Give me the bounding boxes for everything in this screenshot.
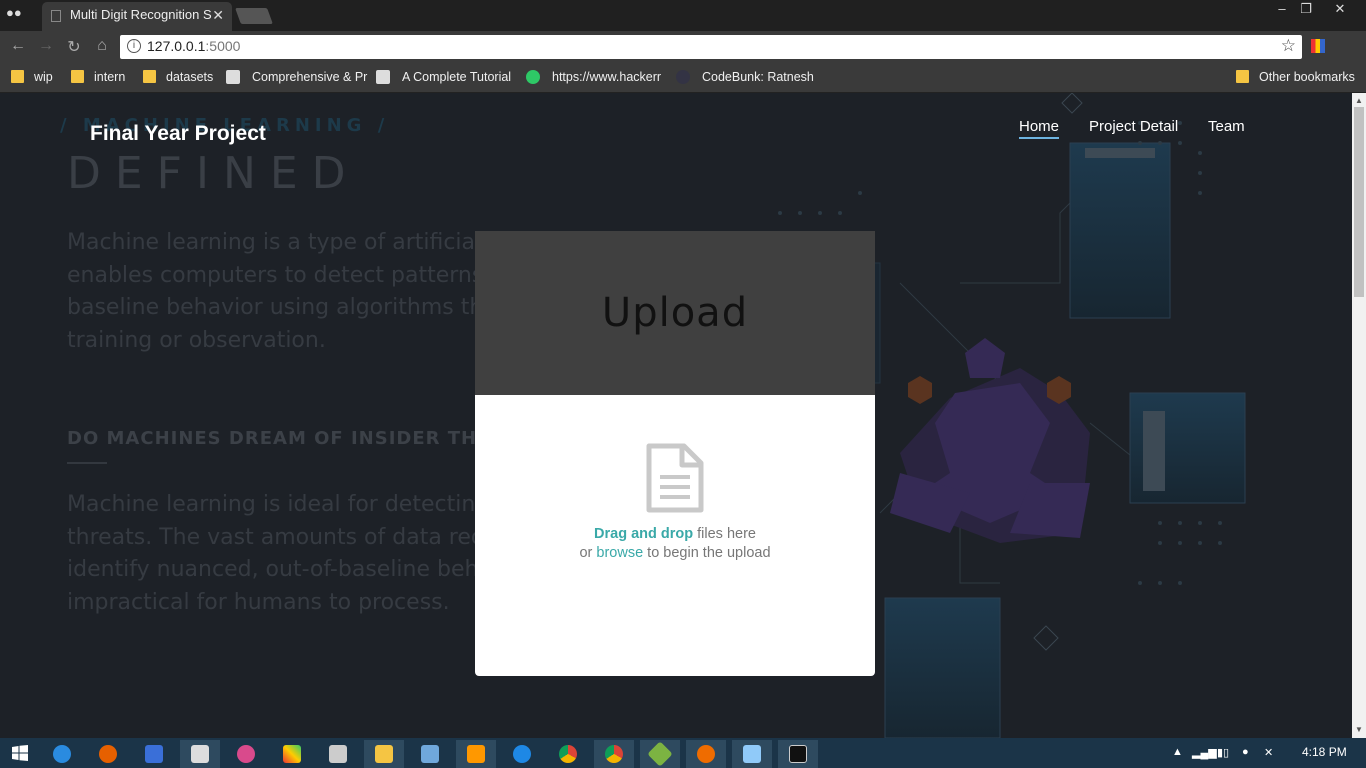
tray-chevron-icon[interactable]: ▲ bbox=[1172, 746, 1183, 758]
bookmark-item[interactable]: datasets bbox=[143, 70, 213, 84]
upload-modal-header: Upload bbox=[475, 231, 875, 395]
bookmark-label: A Complete Tutorial bbox=[402, 70, 512, 84]
bookmark-star-icon[interactable]: ☆ bbox=[1281, 36, 1296, 56]
battery-icon[interactable]: ▮▯ bbox=[1217, 746, 1229, 759]
folder-icon bbox=[11, 70, 24, 83]
app-icon[interactable] bbox=[686, 740, 726, 768]
hackerrank-icon bbox=[526, 70, 540, 84]
restore-button[interactable]: ❐ bbox=[1292, 0, 1320, 18]
browser-toolbar: ← → ↻ ⌂ i 127.0.0.1:5000 ☆ ⋮ bbox=[0, 31, 1366, 85]
incognito-icon: ●● bbox=[6, 5, 22, 20]
bookmark-item[interactable]: https://www.hackerr bbox=[526, 70, 661, 84]
browse-link[interactable]: browse bbox=[596, 545, 643, 561]
paragraph-line: Machine learning is a type of artificial… bbox=[67, 230, 495, 255]
bookmark-label: https://www.hackerr bbox=[552, 70, 662, 84]
section-subheading: DO MACHINES DREAM OF INSIDER THR bbox=[67, 428, 492, 449]
extension-icon[interactable] bbox=[1311, 39, 1325, 53]
bookmark-label: CodeBunk: Ratnesh bbox=[702, 70, 814, 84]
paragraph-line: enables computers to detect patterns bbox=[67, 262, 484, 288]
upload-modal: Upload Drag and drop files here or brows… bbox=[475, 231, 875, 676]
paragraph-line: training or observation. bbox=[67, 327, 326, 353]
taskbar-clock[interactable]: 4:18 PM bbox=[1302, 745, 1347, 759]
chrome-icon[interactable] bbox=[548, 740, 588, 768]
bookmark-label: Comprehensive & Pr bbox=[252, 70, 368, 84]
paragraph-line: baseline behavior using algorithms tha bbox=[67, 295, 497, 320]
page-scrollbar[interactable]: ▲ ▼ bbox=[1352, 93, 1366, 738]
reload-button[interactable]: ↻ bbox=[64, 37, 84, 57]
nav-team[interactable]: Team bbox=[1208, 118, 1245, 135]
chrome-active-icon[interactable] bbox=[594, 740, 634, 768]
site-info-icon[interactable]: i bbox=[127, 39, 141, 53]
app-icon[interactable] bbox=[134, 740, 174, 768]
other-bookmarks[interactable]: Other bookmarks bbox=[1236, 70, 1355, 84]
upload-title: Upload bbox=[601, 290, 749, 336]
address-bar[interactable]: i 127.0.0.1:5000 ☆ bbox=[120, 35, 1302, 59]
or-label: or bbox=[579, 545, 597, 561]
home-button[interactable]: ⌂ bbox=[92, 37, 112, 55]
file-explorer-icon[interactable] bbox=[364, 740, 404, 768]
app-icon[interactable] bbox=[272, 740, 312, 768]
bookmark-label: datasets bbox=[166, 70, 214, 84]
ie-icon[interactable] bbox=[42, 740, 82, 768]
browser-tab[interactable]: Multi Digit Recognition S ✕ bbox=[42, 2, 232, 31]
url-host: 127.0.0.1 bbox=[147, 38, 206, 54]
nav-home[interactable]: Home bbox=[1019, 118, 1060, 139]
scrollbar-thumb[interactable] bbox=[1354, 107, 1364, 297]
url-port: :5000 bbox=[205, 38, 241, 54]
bookmark-item[interactable]: Comprehensive & Pr bbox=[226, 70, 367, 84]
bookmark-item[interactable]: wip bbox=[11, 70, 53, 84]
chart-page-icon bbox=[226, 70, 240, 84]
begin-upload-label: to begin the upload bbox=[643, 545, 771, 561]
terminal-icon[interactable] bbox=[778, 740, 818, 768]
app-icon[interactable] bbox=[640, 740, 680, 768]
bookmark-label: Other bookmarks bbox=[1259, 70, 1355, 84]
divider bbox=[67, 462, 107, 464]
keyboard-icon[interactable] bbox=[732, 740, 772, 768]
app-icon[interactable] bbox=[180, 740, 220, 768]
bookmark-item[interactable]: intern bbox=[71, 70, 125, 84]
browser-chrome: ●● Multi Digit Recognition S ✕ – ❐ ✕ ← →… bbox=[0, 0, 1366, 93]
folder-icon bbox=[143, 70, 156, 83]
chart-page-icon bbox=[376, 70, 390, 84]
firefox-icon[interactable] bbox=[88, 740, 128, 768]
site-brand[interactable]: Final Year Project bbox=[90, 122, 266, 146]
app-icon[interactable] bbox=[318, 740, 358, 768]
tab-strip: ●● Multi Digit Recognition S ✕ – ❐ ✕ bbox=[0, 0, 1366, 31]
document-icon bbox=[646, 443, 704, 513]
app-tray-icon[interactable]: ● bbox=[1242, 746, 1249, 758]
app-icon[interactable] bbox=[410, 740, 450, 768]
tab-close-icon[interactable]: ✕ bbox=[212, 7, 224, 24]
folder-icon bbox=[1236, 70, 1249, 83]
new-tab-button[interactable] bbox=[235, 8, 273, 24]
bookmark-label: intern bbox=[94, 70, 126, 84]
close-window-button[interactable]: ✕ bbox=[1326, 0, 1354, 18]
folder-icon bbox=[71, 70, 84, 83]
browse-instructions: or browse to begin the upload bbox=[475, 545, 875, 561]
dropzone-instructions[interactable]: Drag and drop files here bbox=[475, 526, 875, 542]
nav-project-detail[interactable]: Project Detail bbox=[1089, 118, 1178, 135]
volume-icon[interactable]: ✕ bbox=[1264, 746, 1273, 759]
drag-and-drop-label: Drag and drop bbox=[594, 526, 694, 542]
back-button[interactable]: ← bbox=[8, 37, 28, 55]
codebunk-icon bbox=[676, 70, 690, 84]
network-icon[interactable]: ▂▄▆ bbox=[1192, 746, 1217, 759]
scroll-up-icon[interactable]: ▲ bbox=[1355, 96, 1363, 105]
section-paragraph: Machine learning is a type of artificial… bbox=[67, 227, 497, 357]
page-favicon-icon bbox=[51, 10, 61, 22]
section-heading: DEFINED bbox=[67, 148, 360, 199]
windows-start-icon[interactable] bbox=[12, 745, 28, 761]
bookmark-label: wip bbox=[34, 70, 53, 84]
app-icon[interactable] bbox=[502, 740, 542, 768]
forward-button[interactable]: → bbox=[36, 37, 56, 55]
bookmark-item[interactable]: A Complete Tutorial bbox=[376, 70, 511, 84]
bookmark-item[interactable]: CodeBunk: Ratnesh bbox=[676, 70, 814, 84]
scroll-down-icon[interactable]: ▼ bbox=[1355, 725, 1363, 734]
app-icon[interactable] bbox=[226, 740, 266, 768]
files-here-label: files here bbox=[693, 526, 756, 542]
tab-title: Multi Digit Recognition S bbox=[70, 7, 212, 22]
bookmarks-bar: wip intern datasets Comprehensive & Pr A… bbox=[0, 63, 1366, 93]
sublime-text-icon[interactable] bbox=[456, 740, 496, 768]
